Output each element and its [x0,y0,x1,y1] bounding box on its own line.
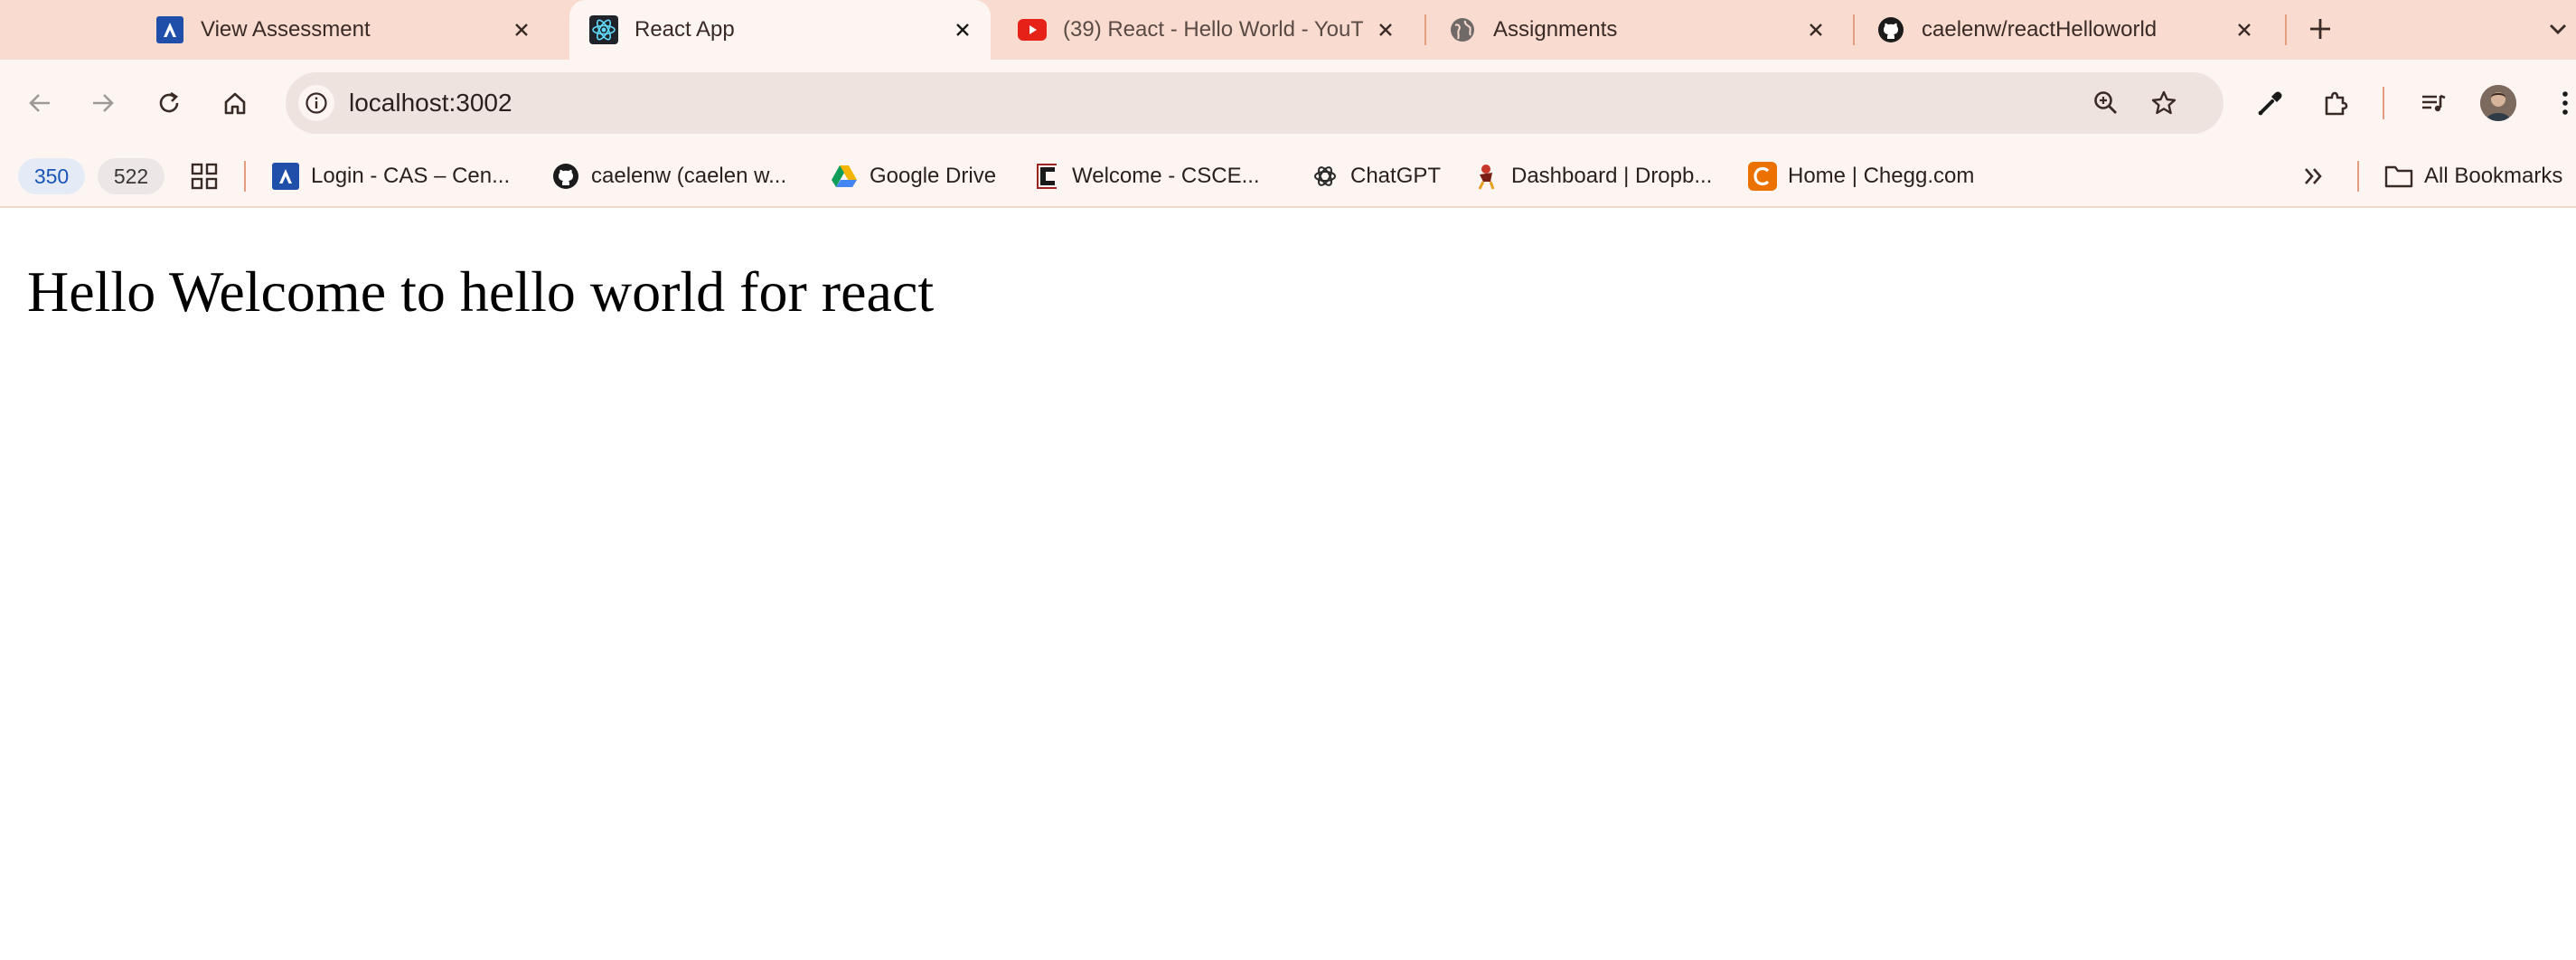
reload-icon [159,91,179,113]
dropbox-icon [1471,162,1500,191]
all-bookmarks-folder[interactable]: All Bookmarks [2384,157,2562,195]
tab-title: View Assessment [201,17,371,42]
chegg-icon [1748,162,1777,191]
toolbar: localhost:3002 [0,60,2576,146]
tab-title: React App [635,17,735,42]
plus-icon [2310,19,2330,39]
bookmark-label: Welcome - CSCE... [1072,164,1260,188]
tab-view-assessment[interactable]: View Assessment [136,0,550,60]
arrow-right-icon [93,94,114,112]
chatgpt-icon [1311,162,1340,191]
back-button[interactable] [20,83,60,123]
queue-music-icon [2422,94,2446,112]
bookmark-label: caelenw (caelen w... [591,164,787,188]
profile-avatar[interactable] [2480,85,2516,121]
tab-strip: View Assessment React App (39) React - H… [0,0,2576,60]
bookmark-badge[interactable]: 522 [98,158,165,194]
react-icon [589,15,618,44]
toolbar-separator [2383,87,2384,119]
tab-separator [2285,14,2287,45]
home-button[interactable] [215,83,255,123]
tab-youtube[interactable]: (39) React - Hello World - YouTube [998,0,1414,60]
site-info-icon[interactable] [298,85,334,121]
bookmark-label: ChatGPT [1350,164,1442,188]
home-icon [224,92,246,115]
arrow-left-icon [29,94,50,112]
tab-separator [1853,14,1855,45]
new-tab-button[interactable] [2302,11,2338,47]
close-tab-icon[interactable] [1804,18,1828,42]
badge-count: 350 [33,164,70,188]
chevron-down-icon [2550,24,2566,34]
folder-icon [2384,162,2413,191]
apps-button[interactable] [190,157,219,195]
more-bookmarks-button[interactable] [2301,157,2327,195]
bookmark-welcome-csce[interactable]: Welcome - CSCE... [1032,157,1260,195]
close-tab-icon[interactable] [510,18,533,42]
bookmark-star-icon[interactable] [2146,85,2182,121]
bookmark-chegg[interactable]: Home | Chegg.com [1748,157,1974,195]
youtube-icon [1018,15,1047,44]
tab-search-button[interactable] [2540,11,2576,47]
bookmark-login-cas[interactable]: Login - CAS – Cen... [271,157,510,195]
eyedropper-extension-button[interactable] [2251,83,2290,123]
page-heading: Hello Welcome to hello world for react [27,259,935,324]
eyedropper-icon [2258,91,2282,116]
all-bookmarks-label: All Bookmarks [2424,164,2563,188]
c-logo-icon [1032,162,1061,191]
address-bar[interactable]: localhost:3002 [286,72,2223,134]
google-drive-icon [830,162,859,191]
tab-react-app[interactable]: React App [569,0,991,60]
tab-separator [1424,14,1426,45]
bookmark-google-drive[interactable]: Google Drive [830,157,996,195]
bookmark-label: Login - CAS – Cen... [311,164,511,188]
bookmark-badge[interactable]: 350 [18,158,85,194]
bookmark-chatgpt[interactable]: ChatGPT [1311,157,1441,195]
url-text[interactable]: localhost:3002 [349,89,512,118]
globe-icon [1448,15,1477,44]
apps-grid-icon [191,163,218,190]
reload-button[interactable] [149,83,189,123]
puzzle-icon [2325,91,2348,116]
bookmark-label: Google Drive [870,164,997,188]
bookmarks-bar: 350 522 Login - CAS – Cen... caelenw (ca… [0,146,2576,208]
browser-menu-button[interactable] [2545,83,2576,123]
github-icon [1876,15,1905,44]
forward-button[interactable] [83,83,123,123]
media-controls-button[interactable] [2413,83,2453,123]
page-viewport: Hello Welcome to hello world for react [0,208,2576,960]
bookmark-separator [244,161,246,192]
tab-title: Assignments [1493,17,1618,42]
bookmark-label: Home | Chegg.com [1788,164,1975,188]
bookmark-label: Dashboard | Dropb... [1511,164,1713,188]
tab-github-repo[interactable]: caelenw/reactHelloworld [1857,0,2272,60]
tab-title: caelenw/reactHelloworld [1922,17,2158,42]
badge-count: 522 [113,164,149,188]
close-tab-icon[interactable] [2233,18,2256,42]
bookmark-caelenw-github[interactable]: caelenw (caelen w... [551,157,786,195]
tab-title: (39) React - Hello World - YouTube [1063,17,1363,42]
bookmark-separator [2357,161,2359,192]
canvas-a-icon [271,162,300,191]
zoom-icon[interactable] [2088,85,2124,121]
close-tab-icon[interactable] [1374,18,1397,42]
github-icon [551,162,580,191]
canvas-a-icon [155,15,184,44]
extensions-button[interactable] [2316,83,2355,123]
tab-assignments[interactable]: Assignments [1428,0,1844,60]
double-chevron-right-icon [2305,168,2322,184]
close-tab-icon[interactable] [951,18,974,42]
kebab-menu-icon [2562,91,2568,115]
bookmark-dropbox-dashboard[interactable]: Dashboard | Dropb... [1471,157,1712,195]
